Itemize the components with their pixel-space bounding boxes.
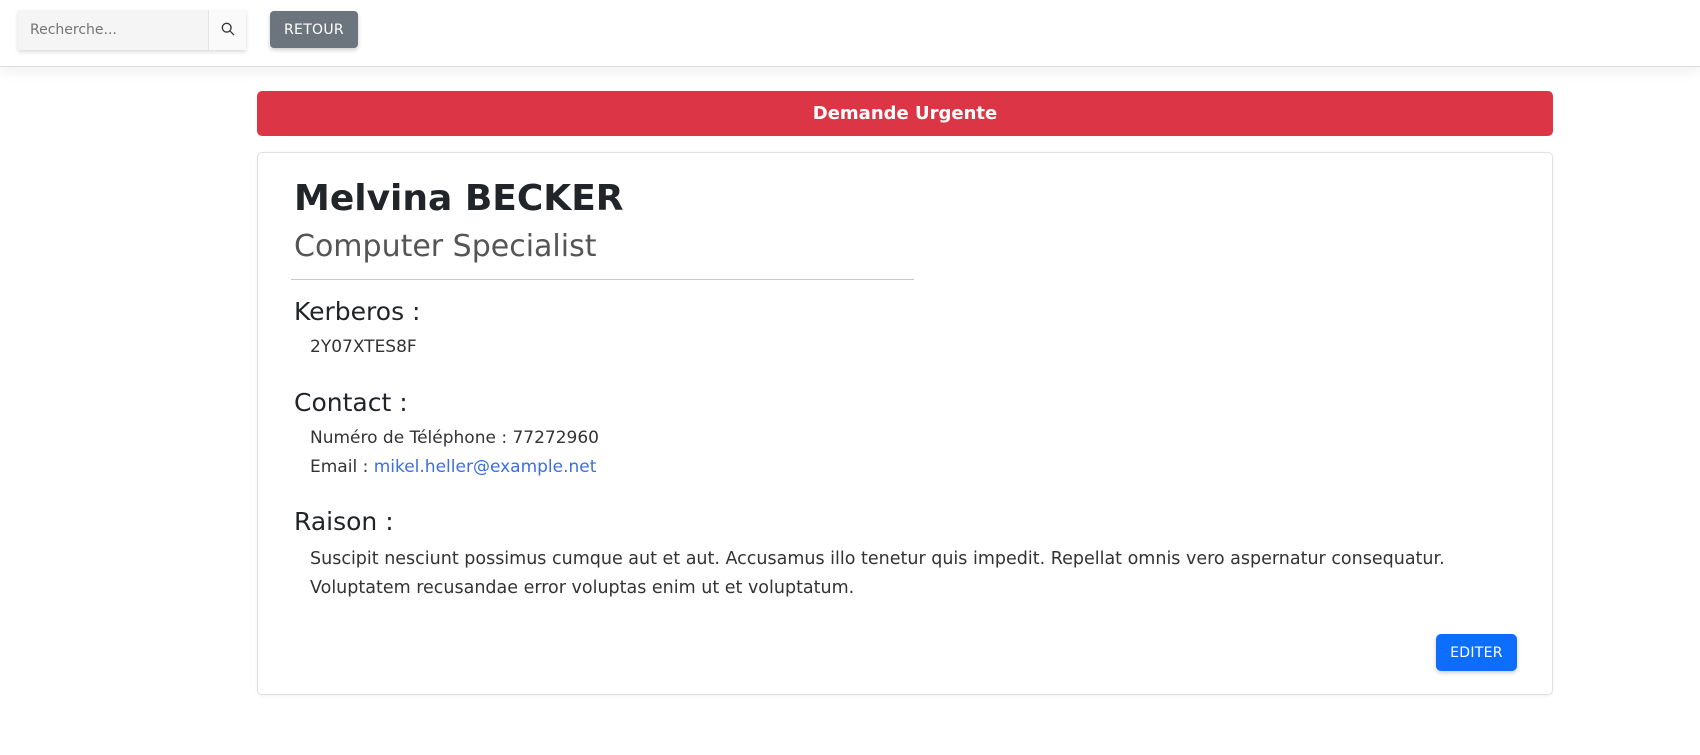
email-link[interactable]: mikel.heller@example.net bbox=[374, 457, 597, 477]
search-button[interactable] bbox=[208, 10, 246, 50]
urgent-banner: Demande Urgente bbox=[257, 91, 1553, 136]
email-label: Email : bbox=[310, 457, 374, 477]
reason-heading: Raison : bbox=[294, 507, 394, 536]
reason-text: Suscipit nesciunt possimus cumque aut et… bbox=[310, 549, 1445, 598]
request-card: Melvina BECKER Computer Specialist Kerbe… bbox=[257, 152, 1553, 695]
search-bar bbox=[18, 10, 246, 50]
person-name: Melvina BECKER bbox=[294, 178, 624, 219]
search-icon bbox=[221, 22, 235, 39]
contact-email-line: Email : mikel.heller@example.net bbox=[310, 453, 596, 482]
job-title: Computer Specialist bbox=[294, 229, 597, 264]
search-input[interactable] bbox=[18, 10, 208, 50]
back-button[interactable]: RETOUR bbox=[270, 11, 358, 48]
divider bbox=[291, 279, 914, 280]
kerberos-value: 2Y07XTES8F bbox=[310, 337, 417, 357]
kerberos-heading: Kerberos : bbox=[294, 297, 421, 326]
phone-label: Numéro de Téléphone : bbox=[310, 428, 513, 448]
contact-phone-line: Numéro de Téléphone : 77272960 bbox=[310, 424, 599, 453]
edit-button[interactable]: EDITER bbox=[1436, 634, 1517, 671]
phone-value: 77272960 bbox=[512, 428, 599, 448]
contact-heading: Contact : bbox=[294, 388, 408, 417]
top-navbar: RETOUR bbox=[0, 0, 1700, 67]
